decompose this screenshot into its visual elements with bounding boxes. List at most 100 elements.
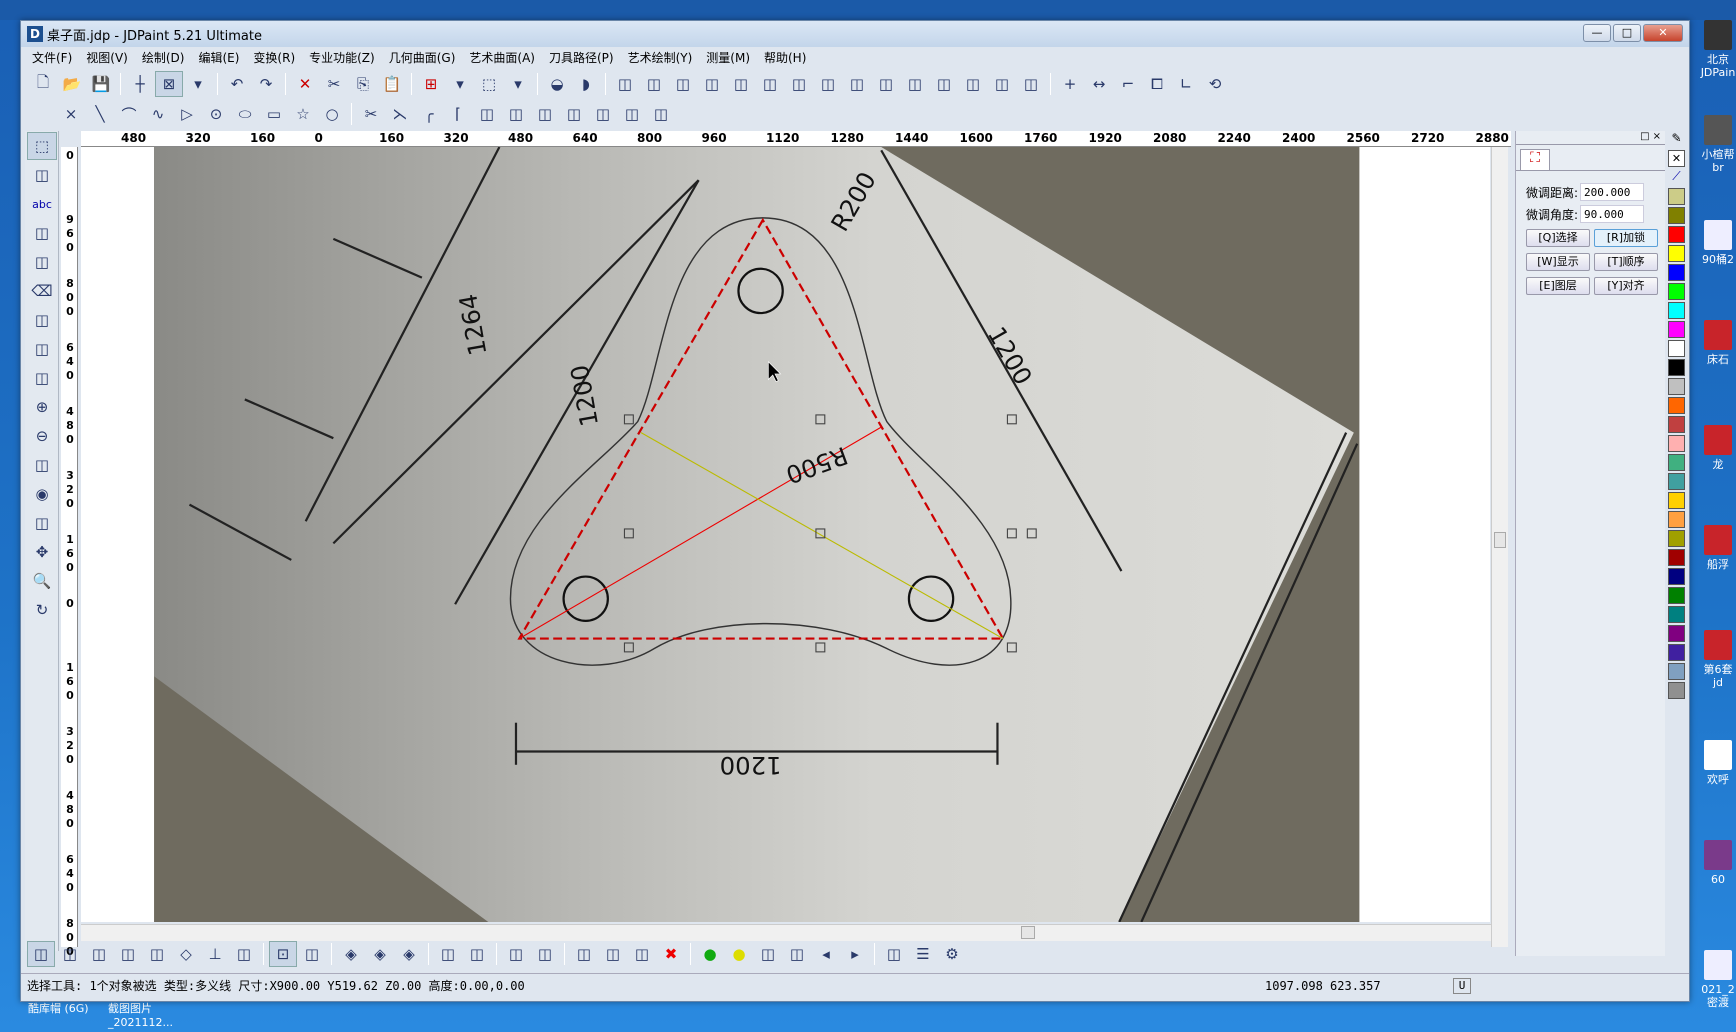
rotate-icon[interactable]: ◫ (669, 71, 697, 97)
color-swatch[interactable] (1668, 682, 1685, 699)
ungroup-icon[interactable]: ◫ (959, 71, 987, 97)
color-swatch[interactable] (1668, 625, 1685, 642)
select-tool-icon[interactable]: ⬚ (27, 132, 57, 160)
skew-icon[interactable]: ◫ (698, 71, 726, 97)
color-swatch[interactable] (1668, 302, 1685, 319)
spline-icon[interactable]: ∿ (144, 101, 172, 127)
zoom-window-icon[interactable]: ◫ (27, 364, 57, 392)
color-swatch[interactable] (1668, 416, 1685, 433)
circle-icon[interactable]: ⊙ (202, 101, 230, 127)
chamfer-icon[interactable]: ⌈ (444, 101, 472, 127)
menu-item[interactable]: 帮助(H) (757, 49, 813, 67)
trim-icon[interactable]: ✂ (357, 101, 385, 127)
book-icon[interactable]: ◫ (880, 941, 908, 967)
select-box-icon[interactable]: ⊠ (155, 71, 183, 97)
close-button[interactable]: ✕ (1643, 24, 1683, 42)
snap-circle-icon[interactable]: ◇ (172, 941, 200, 967)
maximize-button[interactable]: □ (1613, 24, 1641, 42)
unit-mode-button[interactable]: U (1453, 978, 1471, 994)
point-icon[interactable]: × (57, 101, 85, 127)
desktop-icon[interactable]: 北京JDPain (1700, 20, 1736, 79)
snap-perpendicular-icon[interactable]: ⊥ (201, 941, 229, 967)
shield-filled-icon[interactable]: ◫ (1017, 71, 1045, 97)
bulb-off-icon[interactable]: ◫ (754, 941, 782, 967)
color-swatch[interactable] (1668, 321, 1685, 338)
paste-icon[interactable]: 📋 (378, 71, 406, 97)
snap-intersection-icon[interactable]: ◫ (114, 941, 142, 967)
zoom-fit-icon[interactable]: ◫ (27, 509, 57, 537)
layer-merge-icon[interactable]: ◫ (647, 101, 675, 127)
arrow-left-icon[interactable]: ◂ (812, 941, 840, 967)
open-folder-icon[interactable]: 📂 (58, 71, 86, 97)
pick-icon[interactable]: ◫ (502, 941, 530, 967)
snap-angle-icon[interactable]: ◫ (298, 941, 326, 967)
nudge-angle-input[interactable] (1580, 205, 1645, 223)
corner-icon[interactable]: ⌐ (1114, 71, 1142, 97)
gear-icon[interactable]: ⚙ (938, 941, 966, 967)
panel-close-button[interactable]: × (1653, 131, 1661, 144)
group-icon[interactable]: ◫ (930, 71, 958, 97)
snap-nearest-icon[interactable]: ◫ (230, 941, 258, 967)
ellipse-icon[interactable]: ⬭ (231, 101, 259, 127)
desktop-icon[interactable]: 龙 (1700, 425, 1736, 471)
drawing-canvas[interactable]: 1200 1200 1200 1264 R200 R500 (81, 147, 1490, 922)
color-swatch[interactable] (1668, 435, 1685, 452)
3d-view-icon[interactable]: ⬚ (475, 71, 503, 97)
menu-item[interactable]: 刀具路径(P) (542, 49, 621, 67)
menu-item[interactable]: 艺术曲面(A) (462, 49, 542, 67)
array-icon[interactable]: ◫ (756, 71, 784, 97)
zoom-previous-icon[interactable]: ◫ (27, 451, 57, 479)
lasso-icon[interactable]: ⟲ (1201, 71, 1229, 97)
snap-grid-icon[interactable]: ◫ (901, 71, 929, 97)
color-swatch[interactable] (1668, 606, 1685, 623)
diamond-icon[interactable]: ◈ (337, 941, 365, 967)
color-swatch[interactable] (1668, 492, 1685, 509)
pencil-icon[interactable]: ✎ (1668, 131, 1685, 148)
rectangle-icon[interactable]: ▭ (260, 101, 288, 127)
pan-icon[interactable]: ✥ (27, 538, 57, 566)
undo-icon[interactable]: ↶ (223, 71, 251, 97)
layer-button[interactable]: [E]图层 (1526, 277, 1590, 295)
diamond-3-icon[interactable]: ◈ (395, 941, 423, 967)
dropdown-icon[interactable]: ▾ (504, 71, 532, 97)
color-swatch[interactable] (1668, 340, 1685, 357)
shield-icon[interactable]: ◫ (988, 71, 1016, 97)
vscroll-thumb[interactable] (1494, 532, 1506, 548)
save-icon[interactable]: 💾 (87, 71, 115, 97)
snap-node-icon[interactable]: ◫ (56, 941, 84, 967)
node-2-icon[interactable]: ◫ (599, 941, 627, 967)
node-edit-icon[interactable]: ◫ (27, 161, 57, 189)
extend-icon[interactable]: ⋋ (386, 101, 414, 127)
snap-tangent-icon[interactable]: ◫ (143, 941, 171, 967)
align-2-icon[interactable]: ◫ (463, 941, 491, 967)
desktop-icon-label[interactable]: 截图图片 _2021112... (108, 1000, 178, 1029)
shade-icon[interactable]: ◒ (543, 71, 571, 97)
nudge-distance-input[interactable] (1580, 183, 1645, 201)
color-swatch[interactable] (1668, 511, 1685, 528)
layer-split-icon[interactable]: ◫ (589, 101, 617, 127)
order-button[interactable]: [T]顺序 (1594, 253, 1658, 271)
copy-icon[interactable]: ⎘ (349, 71, 377, 97)
arrow-right-icon[interactable]: ▸ (841, 941, 869, 967)
polyline-icon[interactable]: ▷ (173, 101, 201, 127)
curve-array-icon[interactable]: ◫ (843, 71, 871, 97)
desktop-icon[interactable]: 小楦帮 br (1700, 115, 1736, 174)
transform-icon[interactable]: ◫ (611, 71, 639, 97)
measure-icon[interactable]: ◫ (27, 335, 57, 363)
select-button[interactable]: [Q]选择 (1526, 229, 1590, 247)
align-icon[interactable]: ◫ (434, 941, 462, 967)
rotate-view-icon[interactable]: ↻ (27, 596, 57, 624)
desktop-icon-label[interactable]: 酷库帽 (6G) (28, 1000, 98, 1016)
contour-offset-icon[interactable]: ◫ (560, 101, 588, 127)
frame-icon[interactable]: ◫ (727, 71, 755, 97)
angle-icon[interactable]: ∟ (1172, 71, 1200, 97)
selection-handles-icon[interactable]: ⛶ (1520, 149, 1550, 171)
snap-endpoint-icon[interactable]: ◫ (27, 941, 55, 967)
view-eye-icon[interactable]: ◉ (27, 480, 57, 508)
mirror-icon[interactable]: ◫ (640, 71, 668, 97)
palette-edit-icon[interactable] (1668, 188, 1685, 205)
bulb-yellow-icon[interactable]: ● (725, 941, 753, 967)
color-swatch[interactable] (1668, 549, 1685, 566)
diamond-2-icon[interactable]: ◈ (366, 941, 394, 967)
color-swatch[interactable] (1668, 568, 1685, 585)
